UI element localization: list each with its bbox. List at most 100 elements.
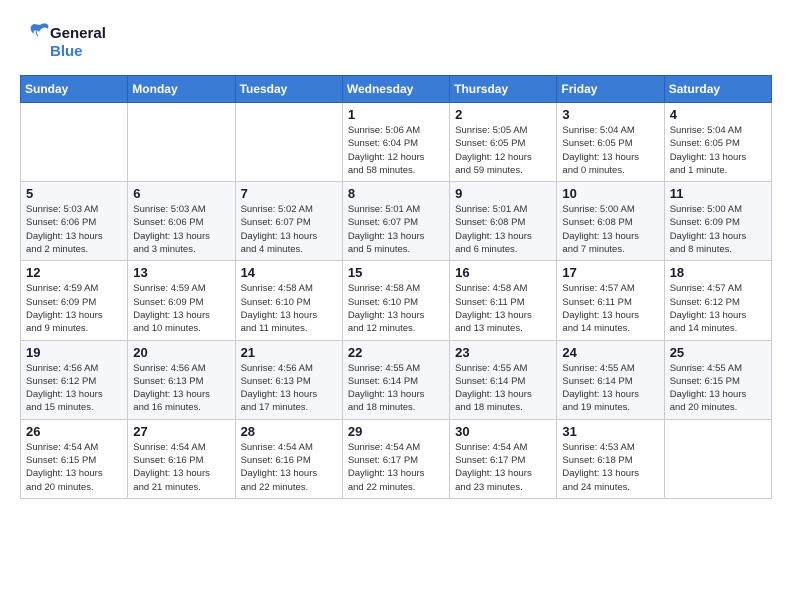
- day-info: Sunrise: 4:55 AMSunset: 6:14 PMDaylight:…: [562, 362, 658, 415]
- day-number: 8: [348, 186, 444, 201]
- day-info: Sunrise: 4:56 AMSunset: 6:13 PMDaylight:…: [241, 362, 337, 415]
- day-number: 9: [455, 186, 551, 201]
- page-header: General Blue: [20, 20, 772, 65]
- day-info: Sunrise: 5:04 AMSunset: 6:05 PMDaylight:…: [670, 124, 766, 177]
- svg-text:Blue: Blue: [50, 43, 83, 60]
- day-number: 4: [670, 107, 766, 122]
- calendar-cell: [21, 103, 128, 182]
- calendar-cell: 27 Sunrise: 4:54 AMSunset: 6:16 PMDayligh…: [128, 419, 235, 498]
- calendar-cell: 31Sunrise: 4:53 AMSunset: 6:18 PMDayligh…: [557, 419, 664, 498]
- day-number: 3: [562, 107, 658, 122]
- day-info: Sunrise: 4:54 AMSunset: 6:15 PMDaylight:…: [26, 441, 122, 494]
- calendar-cell: 17 Sunrise: 4:57 AMSunset: 6:11 PMDayligh…: [557, 261, 664, 340]
- calendar-cell: 24 Sunrise: 4:55 AMSunset: 6:14 PMDayligh…: [557, 340, 664, 419]
- logo: General Blue: [20, 20, 130, 65]
- day-number: 26: [26, 424, 122, 439]
- day-info: Sunrise: 4:59 AMSunset: 6:09 PMDaylight:…: [26, 282, 122, 335]
- day-number: 12: [26, 265, 122, 280]
- weekday-header-saturday: Saturday: [664, 76, 771, 103]
- day-number: 24: [562, 345, 658, 360]
- day-number: 15: [348, 265, 444, 280]
- day-info: Sunrise: 5:03 AMSunset: 6:06 PMDaylight:…: [133, 203, 229, 256]
- calendar-cell: 25Sunrise: 4:55 AMSunset: 6:15 PMDayligh…: [664, 340, 771, 419]
- day-number: 7: [241, 186, 337, 201]
- week-row-4: 19 Sunrise: 4:56 AMSunset: 6:12 PMDayligh…: [21, 340, 772, 419]
- day-info: Sunrise: 4:54 AMSunset: 6:17 PMDaylight:…: [348, 441, 444, 494]
- day-info: Sunrise: 4:57 AMSunset: 6:11 PMDaylight:…: [562, 282, 658, 335]
- day-info: Sunrise: 4:54 AMSunset: 6:16 PMDaylight:…: [241, 441, 337, 494]
- calendar-cell: 22 Sunrise: 4:55 AMSunset: 6:14 PMDayligh…: [342, 340, 449, 419]
- weekday-header-sunday: Sunday: [21, 76, 128, 103]
- day-number: 6: [133, 186, 229, 201]
- calendar-cell: 20 Sunrise: 4:56 AMSunset: 6:13 PMDayligh…: [128, 340, 235, 419]
- day-number: 21: [241, 345, 337, 360]
- weekday-header-thursday: Thursday: [450, 76, 557, 103]
- day-number: 28: [241, 424, 337, 439]
- calendar-cell: 29 Sunrise: 4:54 AMSunset: 6:17 PMDayligh…: [342, 419, 449, 498]
- day-number: 2: [455, 107, 551, 122]
- day-info: Sunrise: 4:55 AMSunset: 6:14 PMDaylight:…: [455, 362, 551, 415]
- day-info: Sunrise: 5:00 AMSunset: 6:09 PMDaylight:…: [670, 203, 766, 256]
- weekday-header-friday: Friday: [557, 76, 664, 103]
- day-info: Sunrise: 5:00 AMSunset: 6:08 PMDaylight:…: [562, 203, 658, 256]
- day-info: Sunrise: 4:53 AMSunset: 6:18 PMDaylight:…: [562, 441, 658, 494]
- calendar-cell: 16Sunrise: 4:58 AMSunset: 6:11 PMDayligh…: [450, 261, 557, 340]
- calendar-cell: 6 Sunrise: 5:03 AMSunset: 6:06 PMDaylight…: [128, 182, 235, 261]
- calendar-cell: 7 Sunrise: 5:02 AMSunset: 6:07 PMDaylight…: [235, 182, 342, 261]
- calendar-table: SundayMondayTuesdayWednesdayThursdayFrid…: [20, 75, 772, 499]
- calendar-cell: 13Sunrise: 4:59 AMSunset: 6:09 PMDayligh…: [128, 261, 235, 340]
- day-info: Sunrise: 5:02 AMSunset: 6:07 PMDaylight:…: [241, 203, 337, 256]
- calendar-cell: 10 Sunrise: 5:00 AMSunset: 6:08 PMDayligh…: [557, 182, 664, 261]
- day-info: Sunrise: 4:54 AMSunset: 6:17 PMDaylight:…: [455, 441, 551, 494]
- weekday-header-row: SundayMondayTuesdayWednesdayThursdayFrid…: [21, 76, 772, 103]
- weekday-header-monday: Monday: [128, 76, 235, 103]
- calendar-cell: 28 Sunrise: 4:54 AMSunset: 6:16 PMDayligh…: [235, 419, 342, 498]
- day-number: 17: [562, 265, 658, 280]
- calendar-cell: 12 Sunrise: 4:59 AMSunset: 6:09 PMDayligh…: [21, 261, 128, 340]
- day-number: 19: [26, 345, 122, 360]
- calendar-cell: 5Sunrise: 5:03 AMSunset: 6:06 PMDaylight…: [21, 182, 128, 261]
- day-number: 23: [455, 345, 551, 360]
- calendar-cell: 21 Sunrise: 4:56 AMSunset: 6:13 PMDayligh…: [235, 340, 342, 419]
- day-info: Sunrise: 4:55 AMSunset: 6:15 PMDaylight:…: [670, 362, 766, 415]
- svg-text:General: General: [50, 25, 106, 42]
- calendar-cell: 18 Sunrise: 4:57 AMSunset: 6:12 PMDayligh…: [664, 261, 771, 340]
- day-info: Sunrise: 5:01 AMSunset: 6:08 PMDaylight:…: [455, 203, 551, 256]
- day-info: Sunrise: 4:57 AMSunset: 6:12 PMDaylight:…: [670, 282, 766, 335]
- calendar-cell: 23 Sunrise: 4:55 AMSunset: 6:14 PMDayligh…: [450, 340, 557, 419]
- day-number: 27: [133, 424, 229, 439]
- day-number: 18: [670, 265, 766, 280]
- day-number: 22: [348, 345, 444, 360]
- day-info: Sunrise: 4:56 AMSunset: 6:13 PMDaylight:…: [133, 362, 229, 415]
- day-number: 1: [348, 107, 444, 122]
- calendar-cell: 1Sunrise: 5:06 AMSunset: 6:04 PMDaylight…: [342, 103, 449, 182]
- day-info: Sunrise: 5:03 AMSunset: 6:06 PMDaylight:…: [26, 203, 122, 256]
- day-info: Sunrise: 5:01 AMSunset: 6:07 PMDaylight:…: [348, 203, 444, 256]
- day-number: 30: [455, 424, 551, 439]
- calendar-cell: 14 Sunrise: 4:58 AMSunset: 6:10 PMDayligh…: [235, 261, 342, 340]
- calendar-cell: 11Sunrise: 5:00 AMSunset: 6:09 PMDayligh…: [664, 182, 771, 261]
- day-info: Sunrise: 4:54 AMSunset: 6:16 PMDaylight:…: [133, 441, 229, 494]
- day-info: Sunrise: 5:05 AMSunset: 6:05 PMDaylight:…: [455, 124, 551, 177]
- day-number: 14: [241, 265, 337, 280]
- day-info: Sunrise: 4:55 AMSunset: 6:14 PMDaylight:…: [348, 362, 444, 415]
- week-row-1: 1Sunrise: 5:06 AMSunset: 6:04 PMDaylight…: [21, 103, 772, 182]
- day-number: 20: [133, 345, 229, 360]
- calendar-cell: 19 Sunrise: 4:56 AMSunset: 6:12 PMDayligh…: [21, 340, 128, 419]
- day-info: Sunrise: 4:58 AMSunset: 6:10 PMDaylight:…: [241, 282, 337, 335]
- calendar-cell: 3Sunrise: 5:04 AMSunset: 6:05 PMDaylight…: [557, 103, 664, 182]
- week-row-5: 26 Sunrise: 4:54 AMSunset: 6:15 PMDayligh…: [21, 419, 772, 498]
- calendar-cell: [664, 419, 771, 498]
- day-number: 10: [562, 186, 658, 201]
- calendar-cell: [235, 103, 342, 182]
- weekday-header-wednesday: Wednesday: [342, 76, 449, 103]
- week-row-3: 12 Sunrise: 4:59 AMSunset: 6:09 PMDayligh…: [21, 261, 772, 340]
- logo-svg: General Blue: [20, 20, 130, 65]
- calendar-cell: 8 Sunrise: 5:01 AMSunset: 6:07 PMDaylight…: [342, 182, 449, 261]
- day-number: 29: [348, 424, 444, 439]
- day-number: 16: [455, 265, 551, 280]
- calendar-cell: 30 Sunrise: 4:54 AMSunset: 6:17 PMDayligh…: [450, 419, 557, 498]
- day-info: Sunrise: 4:56 AMSunset: 6:12 PMDaylight:…: [26, 362, 122, 415]
- day-number: 13: [133, 265, 229, 280]
- day-info: Sunrise: 4:58 AMSunset: 6:10 PMDaylight:…: [348, 282, 444, 335]
